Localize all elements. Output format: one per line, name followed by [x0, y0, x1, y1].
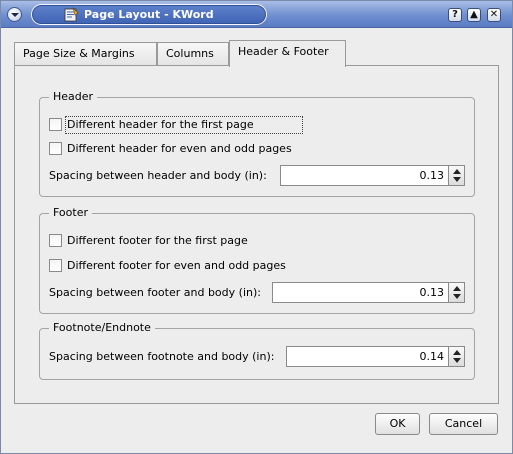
checkbox-box[interactable] — [49, 234, 62, 247]
spin-value[interactable]: 0.13 — [420, 286, 445, 299]
checkbox-box[interactable] — [49, 259, 62, 272]
window-menu-icon[interactable] — [7, 7, 22, 22]
checkbox-box[interactable] — [49, 142, 62, 155]
spin-up-icon[interactable] — [453, 286, 461, 291]
spin-down-icon[interactable] — [453, 177, 461, 182]
header-spacing-spinbox[interactable]: 0.13 — [280, 165, 465, 186]
spin-down-icon[interactable] — [453, 294, 461, 299]
footer-group-title: Footer — [49, 206, 92, 219]
tab-header-footer[interactable]: Header & Footer — [229, 40, 346, 67]
checkbox-label[interactable]: Different header for the first page — [67, 117, 254, 133]
spin-buttons[interactable] — [448, 283, 464, 302]
spin-up-icon[interactable] — [453, 169, 461, 174]
footnote-spacing-label: Spacing between footnote and body (in): — [49, 350, 275, 363]
title-bar[interactable]: Page Layout - KWord ? ▲ ✕ — [1, 1, 512, 28]
checkbox-label[interactable]: Different footer for even and odd pages — [67, 258, 286, 274]
spin-buttons[interactable] — [448, 166, 464, 185]
header-spacing-label: Spacing between header and body (in): — [49, 169, 267, 182]
tab-label: Columns — [166, 47, 214, 60]
footnote-spacing-spinbox[interactable]: 0.14 — [286, 346, 465, 367]
tab-label: Header & Footer — [238, 45, 329, 58]
checkbox-box[interactable] — [49, 118, 62, 131]
spin-down-icon[interactable] — [453, 358, 461, 363]
cancel-button[interactable]: Cancel — [429, 413, 498, 435]
ok-button[interactable]: OK — [375, 413, 420, 435]
tab-label: Page Size & Margins — [23, 47, 135, 60]
spin-value[interactable]: 0.13 — [420, 169, 445, 182]
checkbox-label[interactable]: Different footer for the first page — [67, 233, 248, 249]
dialog-window: Page Layout - KWord ? ▲ ✕ Page Size & Ma… — [0, 0, 513, 454]
header-group-title: Header — [49, 90, 98, 103]
window-title: Page Layout - KWord — [84, 8, 214, 21]
tab-page-size-margins[interactable]: Page Size & Margins — [14, 42, 157, 66]
footnote-group: Footnote/Endnote Spacing between footnot… — [39, 321, 475, 380]
spin-buttons[interactable] — [448, 347, 464, 366]
maximize-button[interactable]: ▲ — [467, 8, 481, 22]
footer-spacing-spinbox[interactable]: 0.13 — [272, 282, 465, 303]
checkbox-label[interactable]: Different header for even and odd pages — [67, 141, 292, 157]
footnote-group-title: Footnote/Endnote — [49, 321, 155, 334]
footer-group: Footer Different footer for the first pa… — [39, 206, 475, 314]
header-group: Header Different header for the first pa… — [39, 90, 475, 197]
kword-app-icon — [64, 7, 79, 22]
close-button[interactable]: ✕ — [487, 8, 501, 22]
footer-spacing-label: Spacing between footer and body (in): — [49, 286, 261, 299]
spin-up-icon[interactable] — [453, 350, 461, 355]
title-pill: Page Layout - KWord — [31, 4, 267, 25]
spin-value[interactable]: 0.14 — [420, 350, 445, 363]
help-button[interactable]: ? — [448, 8, 462, 22]
tab-columns[interactable]: Columns — [157, 42, 229, 66]
